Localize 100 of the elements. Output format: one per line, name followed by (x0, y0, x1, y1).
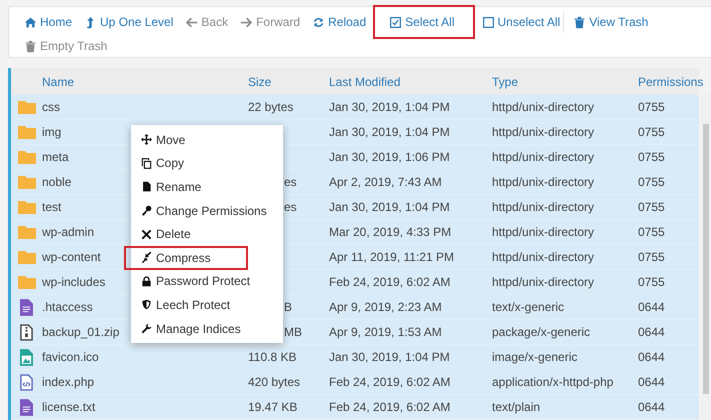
file-name: noble (42, 175, 72, 189)
menu-item[interactable]: Compress (124, 246, 248, 270)
modified-date: Jan 30, 2019, 1:04 PM (329, 200, 450, 214)
lock-icon (141, 276, 152, 287)
toolbar-button[interactable]: Unselect All (476, 10, 566, 34)
trash-icon (573, 16, 586, 28)
menu-item[interactable]: Leech Protect (131, 293, 283, 317)
file-permissions: 0755 (638, 100, 665, 114)
file-size: 22 bytes (248, 100, 294, 114)
file-type: httpd/unix-directory (492, 250, 594, 264)
toolbar-button[interactable]: View Trash (568, 10, 654, 34)
folder-icon (18, 174, 36, 190)
modified-date: Apr 9, 2019, 1:53 AM (329, 325, 442, 339)
file-type: httpd/unix-directory (492, 200, 594, 214)
folder-icon (18, 249, 36, 265)
modified-date: Mar 20, 2019, 4:33 PM (329, 225, 452, 239)
modified-date: Feb 24, 2019, 6:02 AM (329, 400, 450, 414)
check-icon (389, 16, 402, 28)
back-icon (185, 16, 198, 28)
file-permissions: 0644 (638, 325, 665, 339)
trash-icon (24, 40, 37, 52)
file-row[interactable]: css 22 bytes Jan 30, 2019, 1:04 PM httpd/unix-directory 0755 (11, 95, 699, 120)
image-file-icon (20, 348, 33, 366)
file-type: text/plain (492, 400, 540, 414)
column-header[interactable]: Permissions (638, 74, 704, 88)
folder-icon (18, 124, 36, 140)
file-size: MB (284, 325, 302, 339)
file-type: httpd/unix-directory (492, 125, 594, 139)
menu-item[interactable]: Change Permissions (131, 198, 283, 222)
modified-date: Jan 30, 2019, 1:06 PM (329, 150, 450, 164)
column-header[interactable]: Last Modified (329, 74, 492, 88)
file-name: test (42, 200, 62, 214)
file-permissions: 0644 (638, 375, 665, 389)
toolbar-button[interactable]: Reload (307, 10, 372, 34)
file-size: 420 bytes (248, 375, 300, 389)
file-name: .htaccess (42, 300, 93, 314)
file-name: wp-content (42, 250, 101, 264)
file-size: 110.8 KB (248, 350, 296, 364)
text-file-icon (20, 298, 33, 316)
file-type: httpd/unix-directory (492, 100, 594, 114)
x-icon (141, 228, 152, 240)
modified-date: Apr 2, 2019, 7:43 AM (329, 175, 442, 189)
file-permissions: 0644 (638, 350, 665, 364)
file-size: es (284, 175, 297, 189)
file-name: index.php (42, 375, 94, 389)
archive-file-icon (20, 324, 33, 340)
modified-date: Jan 30, 2019, 1:04 PM (329, 125, 450, 139)
shield-icon (141, 299, 152, 310)
toolbar-button[interactable]: Home (19, 10, 78, 34)
file-name: wp-includes (42, 275, 106, 289)
wrench-icon (141, 323, 152, 334)
file-type: package/x-generic (492, 325, 590, 339)
file-name: meta (42, 150, 69, 164)
file-name: backup_01.zip (42, 325, 120, 339)
column-header[interactable]: Name (42, 74, 248, 88)
file-permissions: 0755 (638, 250, 665, 264)
file-permissions: 0755 (638, 125, 665, 139)
file-permissions: 0755 (638, 225, 665, 239)
column-header[interactable]: Type (492, 74, 638, 88)
modified-date: Jan 30, 2019, 1:04 PM (329, 350, 450, 364)
folder-icon (18, 274, 36, 290)
file-type: application/x-httpd-php (492, 375, 614, 389)
file-row[interactable]: index.php 420 bytes Feb 24, 2019, 6:02 AM application/x-httpd-php 0644 (11, 370, 699, 395)
file-name: wp-admin (42, 225, 94, 239)
file-type: image/x-generic (492, 350, 578, 364)
toolbar-button[interactable]: Up One Level (79, 10, 178, 34)
text-file-icon (20, 398, 33, 416)
modified-date: Feb 24, 2019, 6:02 AM (329, 275, 450, 289)
toolbar-button[interactable]: Select All (373, 5, 474, 39)
file-permissions: 0644 (638, 300, 665, 314)
code-file-icon (20, 374, 33, 390)
file-type: httpd/unix-directory (492, 150, 594, 164)
modified-date: Jan 30, 2019, 1:04 PM (329, 100, 450, 114)
menu-item[interactable]: Password Protect (131, 270, 283, 294)
file-type: httpd/unix-directory (492, 175, 594, 189)
file-row[interactable]: favicon.ico 110.8 KB Jan 30, 2019, 1:04 PM image/x-generic 0644 (11, 345, 699, 370)
move-icon (141, 134, 152, 146)
column-header[interactable]: Size (248, 74, 329, 88)
file-size: B (284, 300, 292, 314)
modified-date: Feb 24, 2019, 6:02 AM (329, 375, 450, 389)
key-icon (141, 205, 152, 216)
file-icon (141, 181, 152, 192)
file-size: es (284, 200, 297, 214)
file-name: license.txt (42, 400, 96, 414)
folder-icon (18, 149, 36, 165)
folder-icon (18, 224, 36, 240)
file-permissions: 0755 (638, 150, 665, 164)
menu-item[interactable]: Delete (131, 222, 283, 246)
folder-icon (18, 99, 36, 115)
forward-icon (240, 16, 254, 28)
reload-icon (312, 16, 326, 28)
file-row[interactable]: license.txt 19.47 KB Feb 24, 2019, 6:02 AM text/plain 0644 (11, 395, 699, 420)
file-permissions: 0755 (638, 275, 665, 289)
box-icon (482, 16, 494, 28)
file-type: httpd/unix-directory (492, 275, 594, 289)
copy-icon (141, 158, 152, 169)
modified-date: Apr 9, 2019, 2:23 AM (329, 300, 442, 314)
modified-date: Apr 11, 2019, 11:21 PM (329, 250, 454, 264)
file-name: img (42, 125, 62, 139)
file-permissions: 0644 (638, 400, 665, 414)
